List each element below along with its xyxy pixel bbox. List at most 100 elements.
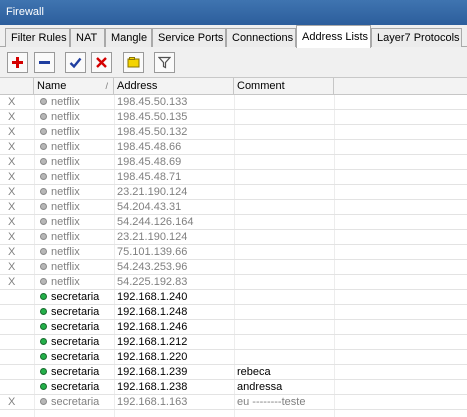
- row-name-text: netflix: [51, 261, 80, 273]
- row-flag: X: [8, 201, 16, 213]
- header-comment[interactable]: Comment: [234, 78, 334, 95]
- row-name: secretaria: [40, 380, 115, 395]
- row-address: 75.101.139.66: [117, 246, 188, 258]
- status-dot-icon: [40, 142, 47, 150]
- row-name: netflix: [40, 200, 115, 215]
- row-name: netflix: [40, 110, 115, 125]
- row-name-text: netflix: [51, 96, 80, 108]
- row-name-text: netflix: [51, 231, 80, 243]
- row-address: 198.45.50.135: [117, 111, 188, 123]
- table-row[interactable]: Xnetflix 198.45.50.135: [0, 110, 467, 125]
- status-dot-icon: [40, 277, 47, 285]
- row-comment: [237, 320, 337, 335]
- status-dot-icon: [40, 127, 47, 135]
- row-address: 54.204.43.31: [117, 201, 182, 213]
- status-dot-icon: [40, 262, 47, 270]
- comment-icon: [127, 57, 140, 68]
- table-row[interactable]: Xnetflix 198.45.48.66: [0, 140, 467, 155]
- table-row[interactable]: secretaria 192.168.1.220: [0, 350, 467, 365]
- row-name-text: netflix: [51, 156, 80, 168]
- tab-nat[interactable]: NAT: [70, 28, 105, 47]
- row-name-text: secretaria: [51, 321, 100, 333]
- table-row[interactable]: Xnetflix 54.204.43.31: [0, 200, 467, 215]
- table-row[interactable]: Xnetflix 54.225.192.83: [0, 275, 467, 290]
- row-name-text: netflix: [51, 126, 80, 138]
- tab-address-lists[interactable]: Address Lists: [296, 25, 371, 48]
- row-flag: [8, 335, 28, 350]
- tab-connections[interactable]: Connections: [226, 28, 296, 47]
- row-flag: X: [8, 156, 16, 168]
- table-row[interactable]: Xnetflix 75.101.139.66: [0, 245, 467, 260]
- table-row[interactable]: Xnetflix 23.21.190.124: [0, 230, 467, 245]
- row-flag: X: [8, 246, 16, 258]
- row-name: secretaria: [40, 290, 115, 305]
- table-row[interactable]: Xnetflix 54.244.126.164: [0, 215, 467, 230]
- table-row[interactable]: Xnetflix 198.45.50.133: [0, 95, 467, 110]
- row-name-text: secretaria: [51, 336, 100, 348]
- table-row[interactable]: secretaria 192.168.1.240: [0, 290, 467, 305]
- row-name-text: netflix: [51, 246, 80, 258]
- table-row[interactable]: secretaria 192.168.1.238 andressa: [0, 380, 467, 395]
- table-row[interactable]: secretaria 192.168.1.246: [0, 320, 467, 335]
- comment-button[interactable]: [123, 52, 144, 73]
- row-comment: [237, 185, 337, 200]
- row-name: secretaria: [40, 395, 115, 410]
- row-address: 192.168.1.246: [117, 321, 188, 333]
- add-button[interactable]: [7, 52, 28, 73]
- row-name: netflix: [40, 140, 115, 155]
- tab-filter-rules[interactable]: Filter Rules: [5, 28, 70, 47]
- row-name: secretaria: [40, 350, 115, 365]
- row-flag: [8, 365, 28, 380]
- row-name: secretaria: [40, 335, 115, 350]
- enable-button[interactable]: [65, 52, 86, 73]
- table-row[interactable]: Xnetflix 198.45.48.69: [0, 155, 467, 170]
- status-dot-icon: [40, 112, 47, 120]
- table-row[interactable]: secretaria 192.168.1.239 rebeca: [0, 365, 467, 380]
- status-dot-icon: [40, 202, 47, 210]
- row-name: netflix: [40, 95, 115, 110]
- filter-button[interactable]: [154, 52, 175, 73]
- row-flag: X: [8, 126, 16, 138]
- status-dot-icon: [40, 352, 47, 360]
- row-flag: X: [8, 141, 16, 153]
- row-flag: X: [8, 96, 16, 108]
- table-row[interactable]: Xnetflix 54.243.253.96: [0, 260, 467, 275]
- remove-button[interactable]: [34, 52, 55, 73]
- header-name[interactable]: Name /: [34, 78, 114, 95]
- table-row[interactable]: secretaria 192.168.1.248: [0, 305, 467, 320]
- row-address: 192.168.1.239: [117, 366, 188, 378]
- table-row[interactable]: Xnetflix 23.21.190.124: [0, 185, 467, 200]
- tab-layer7-protocols[interactable]: Layer7 Protocols: [371, 28, 462, 47]
- status-dot-icon: [40, 232, 47, 240]
- row-name: netflix: [40, 185, 115, 200]
- table-row[interactable]: Xnetflix 198.45.50.132: [0, 125, 467, 140]
- row-address: 192.168.1.240: [117, 291, 188, 303]
- row-comment: [237, 200, 337, 215]
- row-name-text: netflix: [51, 201, 80, 213]
- header-address-label: Address: [117, 80, 158, 92]
- row-address: 192.168.1.212: [117, 336, 188, 348]
- tab-strip: Filter Rules NAT Mangle Service Ports Co…: [0, 25, 467, 48]
- row-name: netflix: [40, 170, 115, 185]
- row-name-text: secretaria: [51, 291, 100, 303]
- table-row[interactable]: Xnetflix 198.45.48.71: [0, 170, 467, 185]
- table-row[interactable]: secretaria 192.168.1.212: [0, 335, 467, 350]
- row-address: 23.21.190.124: [117, 231, 188, 243]
- row-comment: [237, 245, 337, 260]
- row-name: secretaria: [40, 320, 115, 335]
- tab-mangle[interactable]: Mangle: [105, 28, 152, 47]
- row-name: netflix: [40, 230, 115, 245]
- table-row[interactable]: Xsecretaria 192.168.1.163 eu --------teste: [0, 395, 467, 410]
- header-address[interactable]: Address: [114, 78, 234, 95]
- row-comment: eu --------teste: [237, 396, 306, 408]
- row-comment: [237, 125, 337, 140]
- status-dot-icon: [40, 247, 47, 255]
- status-dot-icon: [40, 382, 47, 390]
- plus-icon: [12, 57, 23, 68]
- minus-icon: [39, 61, 50, 64]
- row-address: 54.243.253.96: [117, 261, 188, 273]
- row-comment: [237, 170, 337, 185]
- row-address: 198.45.48.69: [117, 156, 182, 168]
- tab-service-ports[interactable]: Service Ports: [152, 28, 226, 47]
- disable-button[interactable]: [91, 52, 112, 73]
